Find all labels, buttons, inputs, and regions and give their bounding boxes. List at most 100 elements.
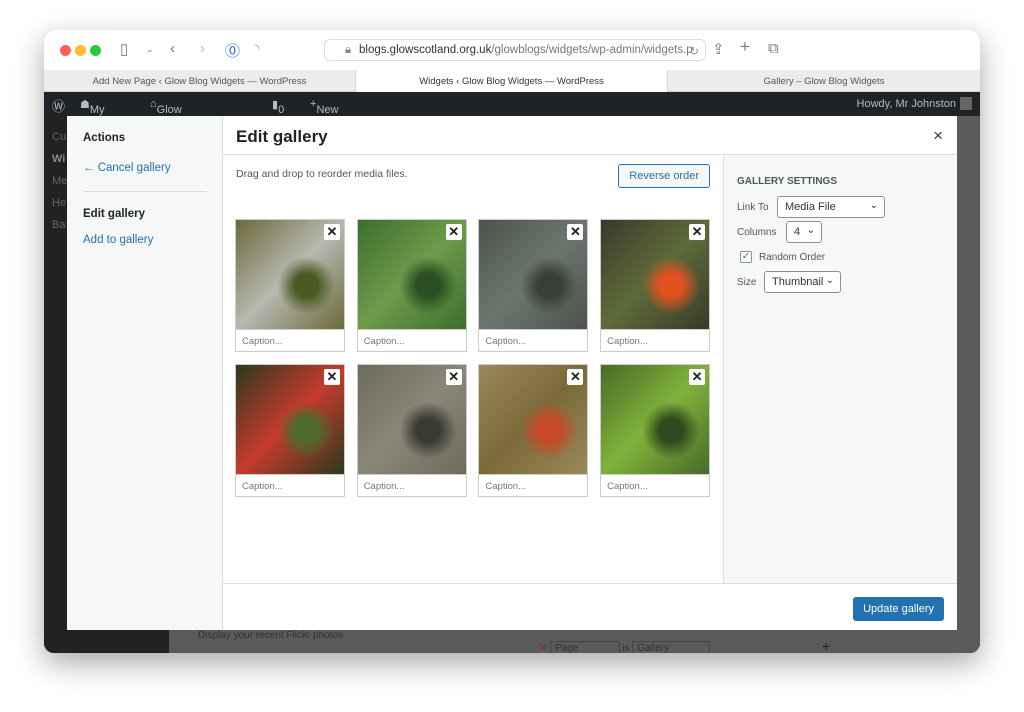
gallery-item[interactable]: ✕ Caption...: [478, 219, 589, 352]
reverse-order-button[interactable]: Reverse order: [618, 164, 710, 188]
random-order-label: Random Order: [759, 252, 826, 263]
modal-header: Edit gallery ×: [223, 116, 957, 155]
chevron-down-icon[interactable]: ⌄: [146, 44, 154, 55]
add-rule-icon[interactable]: +: [822, 638, 830, 653]
gallery-item[interactable]: ✕ Caption...: [235, 219, 345, 352]
tab-gallery[interactable]: Gallery – Glow Blog Widgets: [668, 70, 980, 92]
modal-title: Edit gallery: [236, 127, 328, 146]
gallery-settings: GALLERY SETTINGS Link To Media File ⌄ Col…: [723, 155, 957, 583]
menu-item[interactable]: Cu: [52, 126, 67, 148]
tab-widgets[interactable]: Widgets ‹ Glow Blog Widgets — WordPress: [356, 70, 668, 92]
zoom-window-button[interactable]: [90, 45, 101, 56]
rss-icon[interactable]: ◝: [254, 40, 260, 58]
comments-link[interactable]: ▮ 0: [272, 98, 284, 116]
remove-rule-icon[interactable]: ✕: [539, 643, 547, 653]
back-icon[interactable]: ‹: [170, 40, 175, 57]
remove-image-icon[interactable]: ✕: [445, 224, 462, 240]
caption-input[interactable]: Caption...: [479, 329, 588, 351]
forward-icon[interactable]: ›: [200, 40, 205, 57]
update-gallery-button[interactable]: Update gallery: [853, 597, 944, 621]
chevron-down-icon: ⌄: [806, 225, 815, 236]
gallery-item[interactable]: ✕ Caption...: [478, 364, 589, 497]
rule-is-label: is: [622, 643, 630, 653]
caption-input[interactable]: Caption...: [236, 329, 344, 351]
wordpress-logo-icon[interactable]: Ⓦ: [52, 96, 65, 115]
columns-select[interactable]: 4 ⌄: [786, 221, 822, 243]
gallery-item[interactable]: ✕ Caption...: [600, 364, 711, 497]
settings-heading: GALLERY SETTINGS: [737, 176, 838, 187]
close-window-button[interactable]: [60, 45, 71, 56]
remove-image-icon[interactable]: ✕: [445, 369, 462, 385]
tab-label: Widgets ‹ Glow Blog Widgets — WordPress: [419, 76, 604, 87]
caption-input[interactable]: Caption...: [236, 474, 344, 496]
tab-bar: Add New Page ‹ Glow Blog Widgets — WordP…: [44, 70, 980, 92]
menu-item[interactable]: Ba: [52, 214, 67, 236]
remove-image-icon[interactable]: ✕: [567, 224, 584, 240]
edit-gallery-heading: Edit gallery: [83, 208, 145, 220]
url-domain: blogs.glowscotland.org.uk: [359, 44, 492, 56]
sidebar-icon[interactable]: ▯: [120, 40, 128, 58]
actions-heading: Actions: [83, 132, 126, 144]
avatar[interactable]: [960, 97, 972, 110]
minimize-window-button[interactable]: [75, 45, 86, 56]
new-label: New: [316, 104, 339, 116]
menu-item[interactable]: He: [52, 192, 67, 214]
caption-input[interactable]: Caption...: [357, 329, 466, 351]
remove-image-icon[interactable]: ✕: [567, 369, 584, 385]
caption-input[interactable]: Caption...: [601, 474, 710, 496]
remove-image-icon[interactable]: ✕: [324, 224, 340, 240]
size-select[interactable]: Thumbnail ⌄: [764, 271, 841, 293]
tab-add-new-page[interactable]: Add New Page ‹ Glow Blog Widgets — WordP…: [44, 70, 356, 92]
columns-label: Columns: [737, 227, 777, 238]
caption-input[interactable]: Caption...: [479, 474, 588, 496]
remove-image-icon[interactable]: ✕: [689, 369, 706, 385]
remove-image-icon[interactable]: ✕: [689, 224, 706, 240]
gallery-item[interactable]: ✕ Caption...: [356, 364, 467, 497]
caption-input[interactable]: Caption...: [601, 329, 710, 351]
site-link[interactable]: ⌂ Glow Blog Widgets: [150, 98, 196, 140]
chevron-down-icon: ⌄: [825, 275, 834, 286]
user-greeting[interactable]: Howdy, Mr Johnston: [857, 98, 956, 110]
address-bar[interactable]: 🔒︎ blogs.glowscotland.org.uk/glowblogs/w…: [324, 39, 706, 61]
menu-item[interactable]: Wi: [52, 148, 67, 170]
random-order-checkbox[interactable]: ✓: [740, 251, 752, 263]
gallery-content: Drag and drop to reorder media files. Re…: [223, 155, 723, 583]
edit-gallery-modal: Actions ← Cancel gallery Edit gallery Ad…: [67, 116, 957, 630]
add-to-gallery-link[interactable]: Add to gallery: [83, 234, 153, 246]
modal-sidebar: Actions ← Cancel gallery Edit gallery Ad…: [67, 116, 223, 630]
size-label: Size: [737, 277, 757, 288]
comments-count: 0: [278, 104, 285, 116]
gallery-item[interactable]: ✕ Caption...: [356, 219, 467, 352]
cancel-gallery-link[interactable]: ← Cancel gallery: [83, 162, 171, 174]
columns-value: 4: [794, 226, 801, 238]
share-icon[interactable]: ⇪: [712, 40, 725, 58]
link-to-value: Media File: [785, 201, 836, 213]
my-sites-link[interactable]: ☗ My Sites: [80, 98, 114, 128]
gallery-item[interactable]: ✕ Caption...: [235, 364, 345, 497]
rule-type-select[interactable]: Page: [550, 641, 620, 653]
password-manager-icon[interactable]: ⓪: [225, 40, 240, 61]
tab-label: Gallery – Glow Blog Widgets: [763, 76, 885, 87]
url-path: /glowblogs/widgets/wp-admin/widgets.p: [491, 44, 693, 56]
close-icon[interactable]: ×: [933, 126, 943, 146]
remove-image-icon[interactable]: ✕: [324, 369, 340, 385]
new-link[interactable]: + New: [310, 98, 338, 116]
link-to-select[interactable]: Media File ⌄: [777, 196, 885, 218]
browser-window: ▯ ⌄ ‹ › ⓪ ◝ 🔒︎ blogs.glowscotland.org.uk…: [44, 30, 980, 653]
new-tab-icon[interactable]: +: [740, 37, 750, 57]
gallery-item[interactable]: ✕ Caption...: [600, 219, 711, 352]
wp-admin-bar: Ⓦ ☗ My Sites ⌂ Glow Blog Widgets ▮ 0 + N…: [44, 92, 980, 140]
tabs-overview-icon[interactable]: ⧉: [768, 40, 779, 57]
menu-item[interactable]: Me: [52, 170, 67, 192]
instructions-text: Drag and drop to reorder media files.: [236, 168, 408, 180]
flickr-widget-description: Display your recent Flickr photos.: [198, 630, 346, 641]
divider: [83, 191, 207, 192]
reload-icon[interactable]: ↻: [689, 44, 699, 58]
browser-toolbar: ▯ ⌄ ‹ › ⓪ ◝ 🔒︎ blogs.glowscotland.org.uk…: [44, 30, 980, 70]
caption-input[interactable]: Caption...: [357, 474, 466, 496]
lock-icon: 🔒︎: [345, 44, 352, 56]
link-to-label: Link To: [737, 202, 769, 213]
modal-footer: Update gallery: [223, 583, 957, 630]
rule-value-select[interactable]: Gallery: [632, 641, 711, 653]
size-value: Thumbnail: [772, 276, 824, 288]
